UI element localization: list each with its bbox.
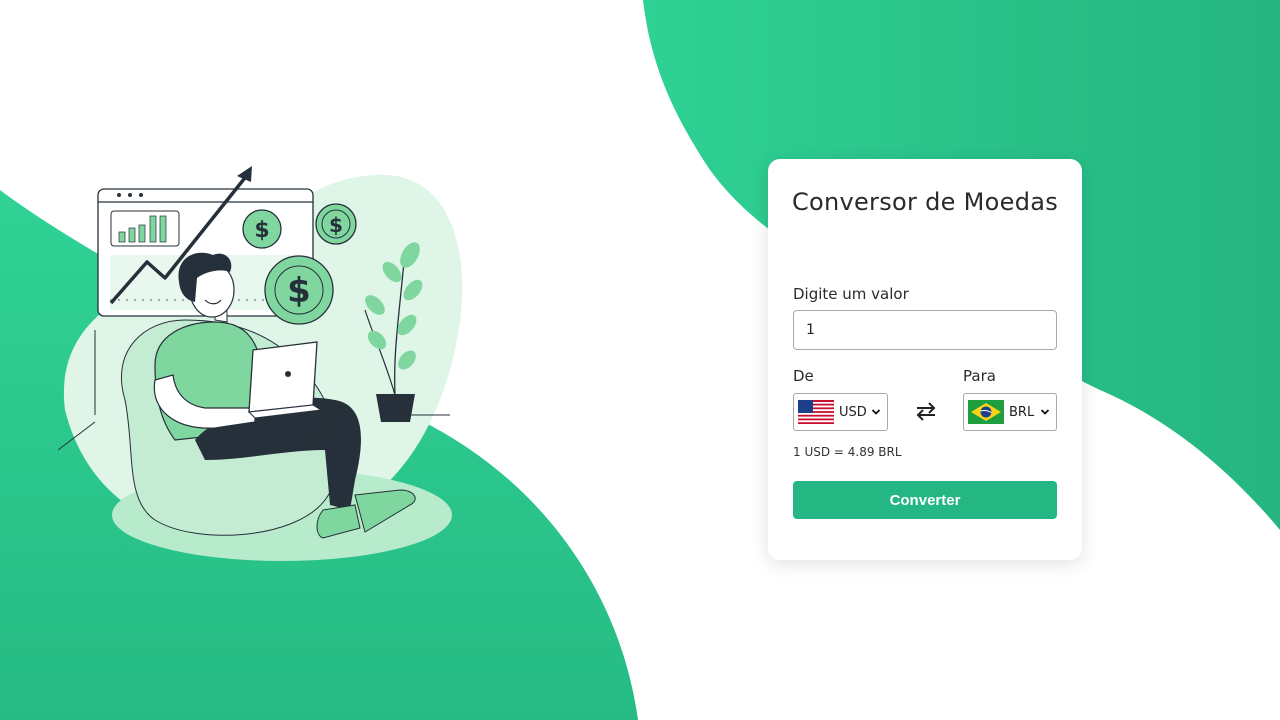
dollar-coin-small-icon: $ xyxy=(315,203,357,245)
exchange-rate-text: 1 USD = 4.89 BRL xyxy=(793,445,902,459)
to-currency-select[interactable]: BRL xyxy=(963,393,1057,431)
us-flag-icon xyxy=(798,400,834,424)
chevron-down-icon xyxy=(1040,409,1050,415)
svg-text:$: $ xyxy=(329,213,343,237)
page-title: Conversor de Moedas xyxy=(791,188,1059,216)
to-label: Para xyxy=(963,367,996,385)
br-flag-icon xyxy=(968,400,1004,424)
amount-label: Digite um valor xyxy=(793,285,909,303)
from-label: De xyxy=(793,367,814,385)
swap-arrows-icon[interactable] xyxy=(914,400,938,422)
converter-card: Conversor de Moedas Digite um valor De U… xyxy=(768,159,1082,560)
dollar-coin-large-icon: $ xyxy=(264,255,334,325)
chevron-down-icon xyxy=(871,409,881,415)
to-currency-code: BRL xyxy=(1009,404,1035,420)
amount-input[interactable] xyxy=(793,310,1057,350)
convert-button[interactable]: Converter xyxy=(793,481,1057,519)
from-currency-select[interactable]: USD xyxy=(793,393,888,431)
dollar-coin-icon: $ xyxy=(242,209,282,249)
svg-text:$: $ xyxy=(287,271,311,311)
finance-illustration: $ $ $ xyxy=(57,166,463,561)
from-currency-code: USD xyxy=(839,404,867,420)
svg-text:$: $ xyxy=(254,218,269,243)
